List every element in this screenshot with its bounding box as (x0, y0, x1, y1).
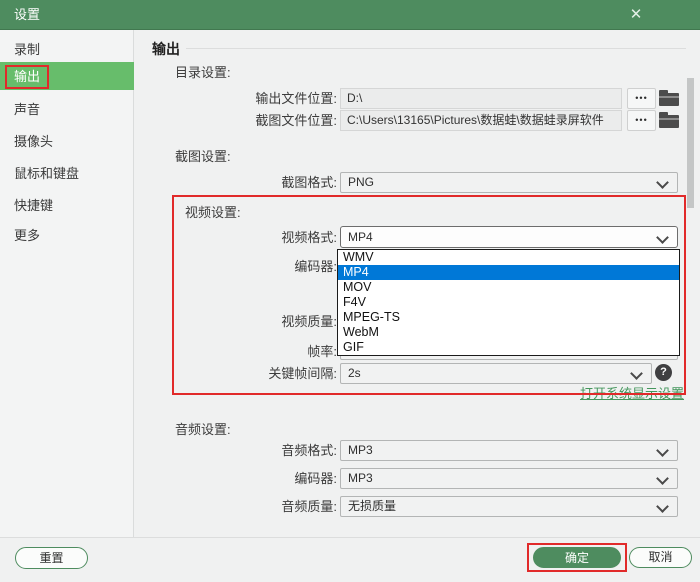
keyframe-interval-label: 关键帧间隔: (268, 366, 337, 381)
video-format-value: MP4 (348, 230, 373, 244)
sidebar-item-output[interactable]: 输出 (0, 62, 134, 90)
screenshot-format-label: 截图格式: (281, 175, 337, 190)
dropdown-option-f4v[interactable]: F4V (338, 295, 679, 310)
sidebar-item-output-label: 输出 (5, 64, 50, 89)
video-section-title: 视频设置: (185, 205, 241, 220)
sidebar-item-sound[interactable]: 声音 (0, 96, 134, 124)
dropdown-option-gif[interactable]: GIF (338, 340, 679, 355)
audio-encoder-select[interactable]: MP3 (340, 468, 678, 489)
sidebar-item-mouse-keyboard[interactable]: 鼠标和键盘 (0, 160, 134, 188)
dropdown-option-mp4[interactable]: MP4 (338, 265, 679, 280)
sidebar-item-hotkeys[interactable]: 快捷键 (0, 192, 134, 220)
page-title: 输出 (152, 41, 180, 57)
audio-encoder-label: 编码器: (294, 471, 337, 486)
open-system-display-settings-link[interactable]: 打开系统显示设置 (540, 383, 684, 402)
framerate-label: 帧率: (307, 344, 337, 359)
footer-divider (0, 537, 700, 538)
close-icon[interactable]: ✕ (620, 0, 652, 29)
sidebar-item-more[interactable]: 更多 (0, 222, 134, 250)
chevron-down-icon (656, 472, 669, 485)
dropdown-option-webm[interactable]: WebM (338, 325, 679, 340)
sidebar-item-camera[interactable]: 摄像头 (0, 128, 134, 156)
screenshot-path-input[interactable]: C:\Users\13165\Pictures\数据蛙\数据蛙录屏软件 (340, 110, 622, 131)
video-format-select[interactable]: MP4 (340, 226, 678, 248)
audio-quality-value: 无损质量 (348, 499, 397, 513)
screenshot-section-title: 截图设置: (175, 149, 231, 164)
output-path-browse-button[interactable]: ••• (627, 88, 656, 109)
header-divider (186, 48, 686, 49)
output-path-input[interactable]: D:\ (340, 88, 622, 109)
chevron-down-icon (656, 231, 669, 244)
keyframe-interval-value: 2s (348, 366, 361, 380)
chevron-down-icon (656, 500, 669, 513)
titlebar: 设置 ✕ (0, 0, 700, 30)
help-icon[interactable]: ? (655, 364, 672, 381)
sidebar-item-record[interactable]: 录制 (0, 36, 134, 64)
cancel-button[interactable]: 取消 (629, 547, 692, 568)
screenshot-path-label: 截图文件位置: (255, 113, 337, 128)
chevron-down-icon (656, 444, 669, 457)
audio-section-title: 音频设置: (175, 422, 231, 437)
output-folder-icon[interactable] (659, 90, 679, 106)
dropdown-option-wmv[interactable]: WMV (338, 250, 679, 265)
audio-encoder-value: MP3 (348, 471, 373, 485)
dropdown-option-mov[interactable]: MOV (338, 280, 679, 295)
ok-button[interactable]: 确定 (533, 547, 621, 568)
video-format-dropdown-list: WMV MP4 MOV F4V MPEG-TS WebM GIF (337, 249, 680, 356)
audio-format-label: 音频格式: (281, 443, 337, 458)
reset-button[interactable]: 重置 (15, 547, 88, 569)
sidebar: 录制 输出 声音 摄像头 鼠标和键盘 快捷键 更多 (0, 30, 134, 537)
screenshot-path-browse-button[interactable]: ••• (627, 110, 656, 131)
chevron-down-icon (656, 176, 669, 189)
scrollbar-thumb[interactable] (687, 78, 694, 208)
output-path-label: 输出文件位置: (255, 91, 337, 106)
settings-window: 设置 ✕ 录制 输出 声音 摄像头 鼠标和键盘 快捷键 更多 输出 目录设置: … (0, 0, 700, 582)
screenshot-format-value: PNG (348, 175, 375, 189)
video-format-label: 视频格式: (281, 230, 337, 245)
audio-format-select[interactable]: MP3 (340, 440, 678, 461)
audio-format-value: MP3 (348, 443, 373, 457)
dir-section-title: 目录设置: (175, 65, 231, 80)
dropdown-option-mpegts[interactable]: MPEG-TS (338, 310, 679, 325)
chevron-down-icon (630, 367, 643, 380)
keyframe-interval-select[interactable]: 2s (340, 363, 652, 384)
window-title: 设置 (14, 7, 41, 22)
screenshot-folder-icon[interactable] (659, 112, 679, 128)
video-quality-label: 视频质量: (281, 314, 337, 329)
video-encoder-label: 编码器: (294, 259, 337, 274)
screenshot-format-select[interactable]: PNG (340, 172, 678, 193)
audio-quality-select[interactable]: 无损质量 (340, 496, 678, 517)
audio-quality-label: 音频质量: (281, 499, 337, 514)
